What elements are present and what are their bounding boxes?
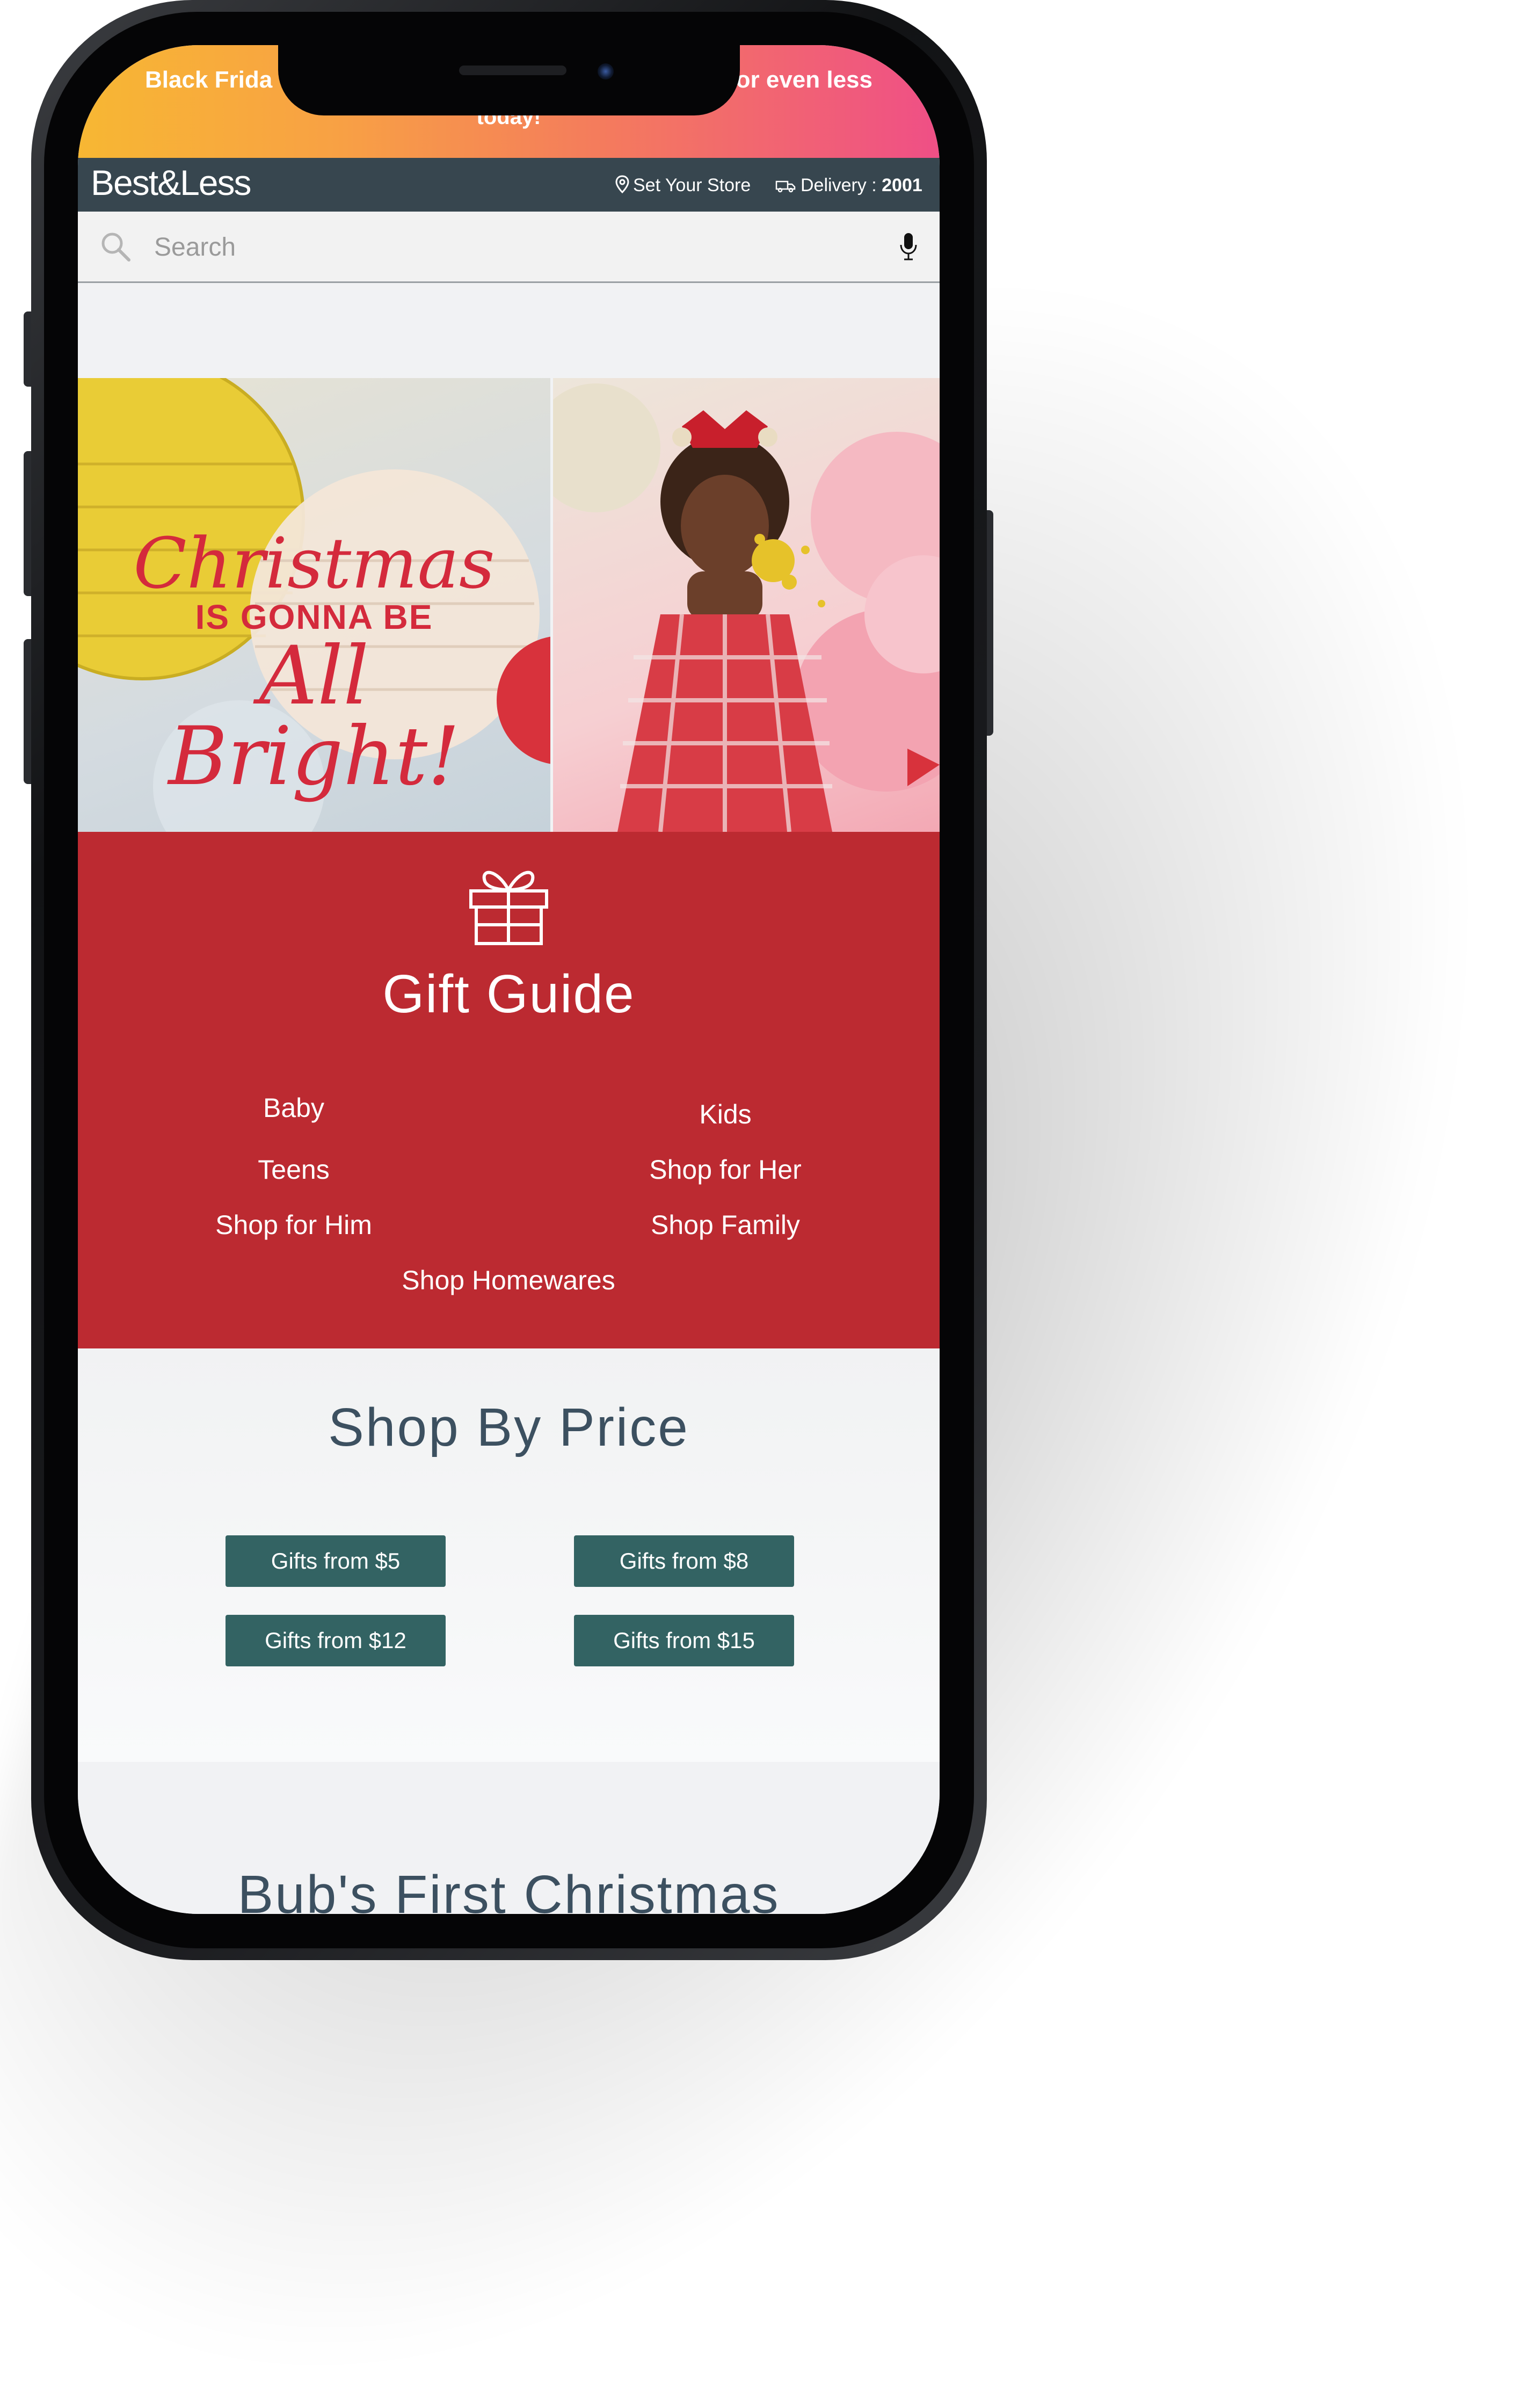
child-photo (532, 383, 940, 832)
set-store-label: Set Your Store (633, 175, 751, 195)
gifts-from-8-button[interactable]: Gifts from $8 (574, 1535, 794, 1587)
hero-banner[interactable]: Christmas IS GONNA BE All Bright! (78, 378, 940, 832)
phone-notch (278, 43, 740, 115)
set-store-link[interactable]: Set Your Store (615, 175, 751, 196)
gift-guide-title: Gift Guide (382, 964, 635, 1024)
gift-link-kids[interactable]: Kids (564, 1099, 886, 1130)
gifts-from-15-button[interactable]: Gifts from $15 (574, 1615, 794, 1666)
search-input[interactable] (153, 228, 853, 266)
earpiece-speaker (459, 66, 566, 75)
bubs-first-christmas-title: Bub's First Christmas (237, 1865, 780, 1914)
spacer (78, 283, 940, 378)
bubs-first-christmas-section: Bub's First Christmas (78, 1762, 940, 1914)
gifts-from-5-button[interactable]: Gifts from $5 (226, 1535, 446, 1587)
location-pin-icon (615, 175, 629, 194)
delivery-label: Delivery : (801, 175, 882, 195)
site-header: Best&Less Set Your Store Delivery : 2001 (78, 158, 940, 212)
hero-left-image: Christmas IS GONNA BE All Bright! (78, 378, 626, 832)
gift-link-shop-homewares[interactable]: Shop Homewares (347, 1265, 670, 1296)
search-icon[interactable] (99, 230, 132, 263)
site-logo[interactable]: Best&Less (91, 162, 251, 203)
gift-guide-section: Gift Guide Baby Kids Teens Shop for Her … (78, 832, 940, 1348)
gift-box-icon (469, 871, 548, 945)
hero-headline: Christmas IS GONNA BE All Bright! (110, 528, 518, 797)
promo-text-right: or even less (736, 67, 872, 93)
gift-link-shop-for-him[interactable]: Shop for Him (133, 1209, 455, 1241)
gift-link-shop-family[interactable]: Shop Family (564, 1209, 886, 1241)
gift-link-shop-for-her[interactable]: Shop for Her (564, 1154, 886, 1185)
hero-line-1: Christmas (133, 523, 495, 604)
promo-text-left: Black Frida (145, 67, 273, 93)
delivery-code: 2001 (882, 175, 922, 195)
search-bar (78, 212, 940, 283)
gift-link-teens[interactable]: Teens (133, 1154, 455, 1185)
shop-by-price-section: Shop By Price Gifts from $5 Gifts from $… (78, 1348, 940, 1762)
hero-right-image (532, 378, 940, 832)
delivery-postcode-link[interactable]: Delivery : 2001 (775, 175, 922, 196)
gifts-from-12-button[interactable]: Gifts from $12 (226, 1615, 446, 1666)
phone-screen: Black Frida or even less today! Best&Les… (78, 45, 940, 1914)
gift-link-baby[interactable]: Baby (133, 1092, 455, 1123)
shop-by-price-title: Shop By Price (328, 1397, 689, 1457)
front-camera (598, 63, 614, 79)
microphone-icon[interactable] (899, 232, 918, 261)
delivery-truck-icon (775, 180, 796, 193)
hero-line-3: All Bright! (168, 629, 460, 803)
